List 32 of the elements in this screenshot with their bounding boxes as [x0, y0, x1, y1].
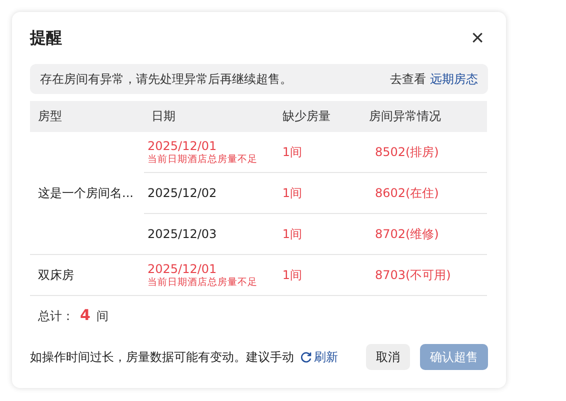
warning-note: 当前日期酒店总房量不足: [148, 276, 258, 288]
total-unit: 间: [96, 308, 108, 325]
column-header: 缺少房量: [274, 101, 361, 132]
column-header: 房间异常情况: [360, 101, 487, 132]
date-text: 2025/12/01: [148, 138, 218, 152]
refresh-link[interactable]: 刷新: [300, 348, 338, 366]
shortage-cell: 1间: [274, 214, 361, 254]
shortage-cell: 1间: [274, 172, 361, 214]
warning-note: 当前日期酒店总房量不足: [148, 152, 258, 166]
link-prefix: 去查看: [390, 70, 426, 88]
room-type-cell: 这是一个房间名...: [30, 132, 144, 254]
refresh-icon: [300, 351, 312, 363]
exception-cell: 8703(不可用): [360, 254, 487, 296]
room-type-cell: 双床房: [30, 254, 144, 296]
forward-status-link[interactable]: 远期房态: [430, 70, 478, 88]
close-button[interactable]: ×: [467, 27, 488, 49]
total-count: 4: [80, 306, 90, 324]
dialog-title: 提醒: [30, 28, 62, 48]
date-text: 2025/12/02: [148, 186, 218, 200]
total-label: 总计：: [38, 308, 74, 325]
column-header: 日期: [144, 101, 274, 132]
exception-cell: 8702(维修): [360, 214, 487, 254]
shortage-cell: 1间: [274, 254, 361, 296]
column-header: 房型: [30, 101, 144, 132]
exception-cell: 8502(排房): [360, 132, 487, 172]
shortage-cell: 1间: [274, 132, 361, 172]
alert-message: 存在房间有异常，请先处理异常后再继续超售。: [40, 70, 292, 88]
exception-cell: 8602(在住): [360, 172, 487, 214]
cancel-button[interactable]: 取消: [366, 344, 410, 370]
date-text: 2025/12/01: [148, 262, 218, 276]
date-text: 2025/12/03: [148, 227, 218, 241]
footer-hint: 如操作时间过长，房量数据可能有变动。建议手动: [30, 348, 294, 366]
